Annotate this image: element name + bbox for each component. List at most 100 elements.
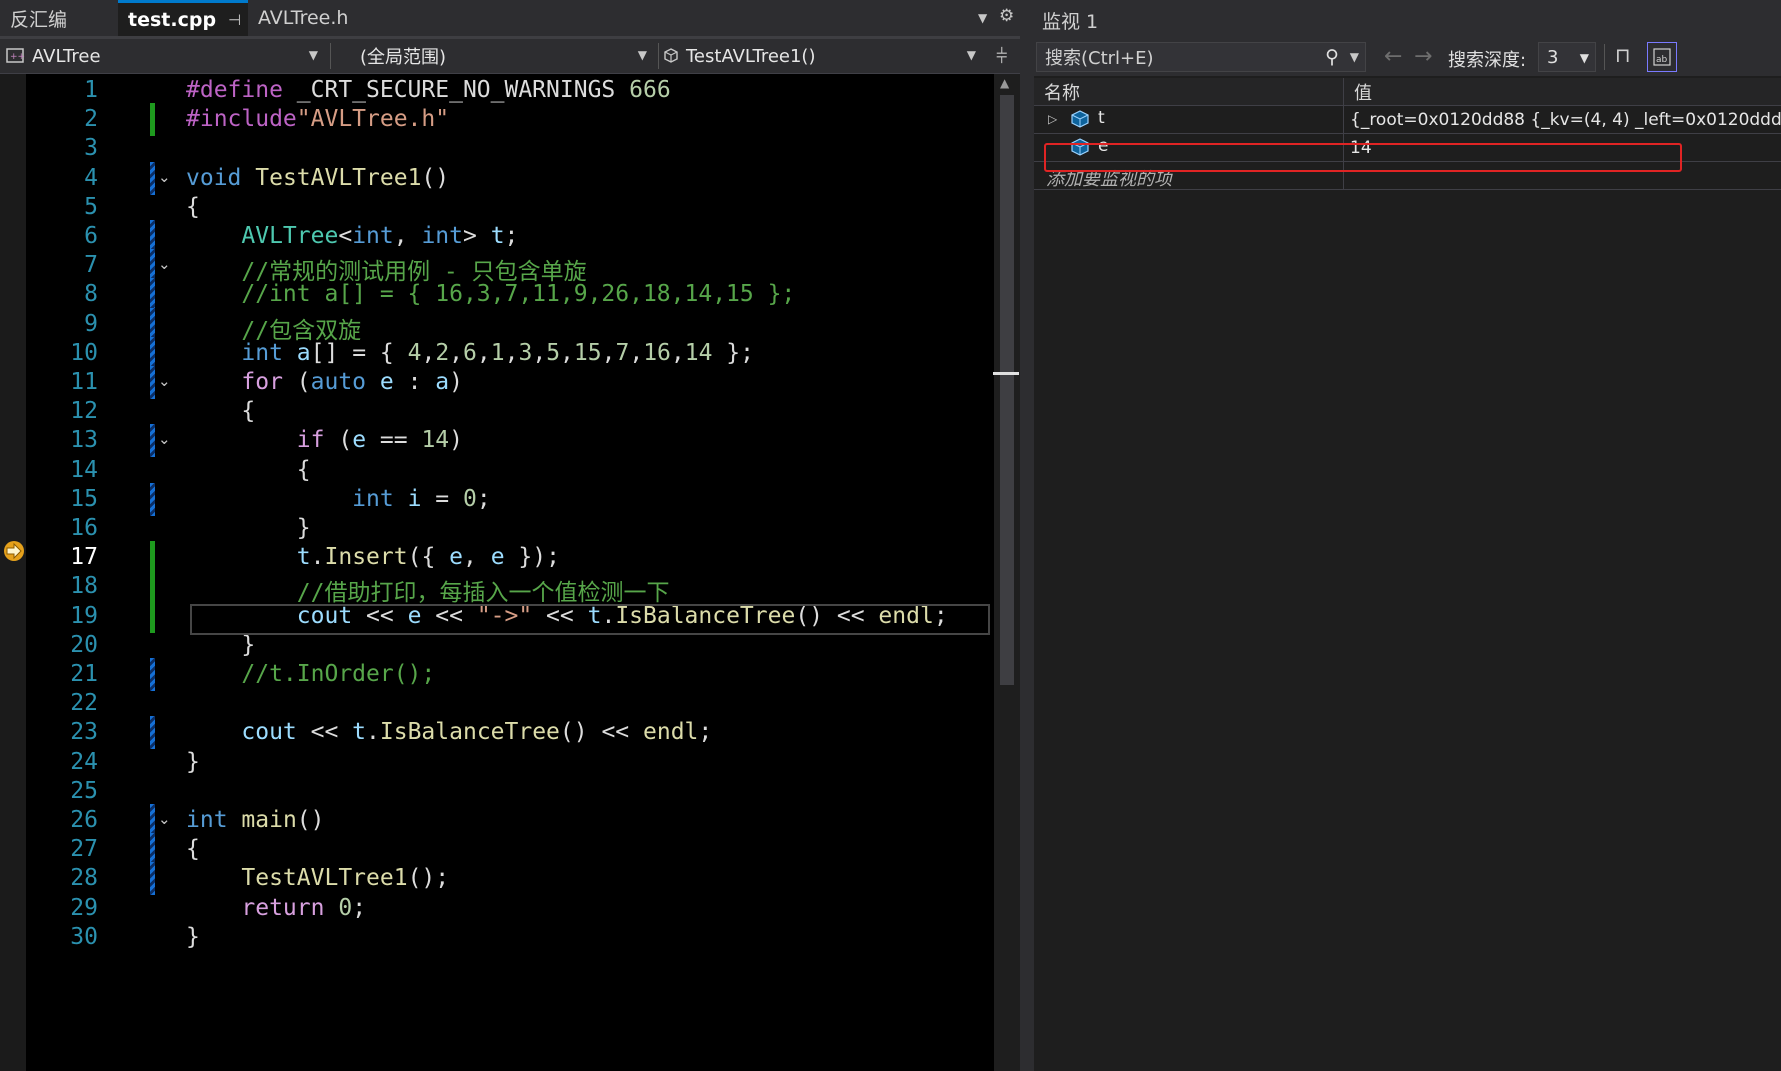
svg-text:ab: ab: [1656, 55, 1668, 65]
code-text[interactable]: AVLTree<int, int> t;: [186, 223, 518, 249]
search-depth-select[interactable]: 3 ▼: [1538, 42, 1596, 72]
fold-toggle-icon[interactable]: ⌄: [158, 168, 171, 186]
change-marker: [150, 541, 155, 575]
code-line[interactable]: 8 //int a[] = { 16,3,7,11,9,26,18,14,15 …: [26, 278, 994, 312]
tab-test-cpp[interactable]: test.cpp ⊣ ✕: [118, 0, 264, 36]
code-line[interactable]: 18 //借助打印，每插入一个值检测一下: [26, 570, 994, 606]
watch-search-input[interactable]: 搜索(Ctrl+E) ⚲ ▼: [1036, 42, 1366, 72]
expand-arrow-icon[interactable]: ▷: [1048, 112, 1057, 126]
watch-row-t[interactable]: ▷ t {_root=0x0120dd88 {_kv=(4, 4) _left=…: [1034, 106, 1781, 134]
chevron-down-icon[interactable]: ▼: [1350, 50, 1359, 64]
code-text[interactable]: t.Insert({ e, e });: [186, 544, 560, 570]
code-text[interactable]: TestAVLTree1();: [186, 865, 449, 891]
change-marker: [150, 366, 155, 399]
code-line[interactable]: 10 int a[] = { 4,2,6,1,3,5,15,7,16,14 };: [26, 336, 994, 370]
code-text[interactable]: void TestAVLTree1(): [186, 165, 449, 191]
arrow-right-icon[interactable]: →: [1414, 44, 1432, 69]
code-line[interactable]: 29 return 0;: [26, 892, 994, 925]
code-text[interactable]: int main(): [186, 807, 325, 833]
code-text[interactable]: return 0;: [186, 895, 366, 921]
pin-icon[interactable]: ⊣: [228, 11, 241, 29]
gear-icon[interactable]: ⚙: [999, 6, 1014, 26]
code-line[interactable]: 24}: [26, 746, 994, 779]
code-line[interactable]: 3: [26, 132, 994, 165]
watch-title: 监视 1: [1034, 0, 1781, 40]
fold-toggle-icon[interactable]: ⌄: [158, 372, 171, 390]
code-line[interactable]: 25: [26, 775, 994, 808]
code-line[interactable]: 2 #include"AVLTree.h": [26, 103, 994, 137]
code-line[interactable]: 4 ⌄ void TestAVLTree1(): [26, 161, 994, 195]
change-marker: [150, 862, 155, 896]
code-line[interactable]: 14 {: [26, 454, 994, 487]
code-line[interactable]: 17 t.Insert({ e, e });: [26, 541, 994, 575]
column-header-value[interactable]: 值: [1344, 78, 1781, 106]
change-marker: [150, 482, 155, 516]
project-dropdown[interactable]: ++ AVLTree ▼: [6, 39, 326, 73]
code-line[interactable]: 15 int i = 0;: [26, 482, 994, 516]
column-header-name[interactable]: 名称: [1034, 78, 1344, 106]
search-depth-label: 搜索深度:: [1448, 50, 1527, 71]
code-line[interactable]: 7 ⌄ //常规的测试用例 - 只包含单旋: [26, 249, 994, 285]
tab-avltree-h[interactable]: AVLTree.h: [248, 0, 390, 36]
code-text[interactable]: //int a[] = { 16,3,7,11,9,26,18,14,15 };: [186, 281, 795, 307]
fold-toggle-icon[interactable]: ⌄: [158, 430, 171, 448]
scrollbar-thumb[interactable]: [1000, 95, 1014, 685]
code-text[interactable]: {: [186, 398, 255, 424]
scroll-up-icon[interactable]: ▲: [1000, 76, 1009, 90]
change-marker: [150, 278, 155, 312]
code-line[interactable]: 21 //t.InOrder();: [26, 658, 994, 691]
code-text[interactable]: {: [186, 836, 200, 862]
code-text[interactable]: {: [186, 194, 200, 220]
tab-list-dropdown-icon[interactable]: ▼: [978, 11, 987, 25]
code-area[interactable]: 1 #define _CRT_SECURE_NO_WARNINGS 666 2 #in…: [26, 74, 994, 1071]
code-line[interactable]: 26 ⌄ int main(): [26, 804, 994, 837]
watch-value[interactable]: {_root=0x0120dd88 {_kv=(4, 4) _left=0x01…: [1344, 106, 1781, 133]
code-line[interactable]: 30}: [26, 921, 994, 954]
code-line[interactable]: 13 ⌄ if (e == 14): [26, 424, 994, 458]
code-text[interactable]: cout << t.IsBalanceTree() << endl;: [186, 719, 712, 745]
search-icon[interactable]: ⚲: [1325, 46, 1339, 68]
code-line[interactable]: 6 AVLTree<int, int> t;: [26, 220, 994, 253]
member-name: TestAVLTree1(): [686, 45, 816, 67]
code-text[interactable]: }: [186, 749, 200, 775]
project-name: AVLTree: [32, 45, 101, 67]
code-text[interactable]: //t.InOrder();: [186, 661, 435, 687]
code-line[interactable]: 27 {: [26, 833, 994, 867]
breakpoint-gutter[interactable]: [0, 74, 26, 1071]
fold-toggle-icon[interactable]: ⌄: [158, 810, 171, 828]
arrow-left-icon[interactable]: ←: [1384, 44, 1402, 69]
code-text[interactable]: }: [186, 632, 255, 658]
fold-toggle-icon[interactable]: ⌄: [158, 255, 171, 273]
split-editor-icon[interactable]: ⫩: [996, 44, 1007, 68]
pane-splitter[interactable]: [1020, 0, 1034, 1071]
code-text[interactable]: {: [186, 457, 311, 483]
line-number: 7: [84, 252, 98, 279]
code-text[interactable]: }: [186, 515, 311, 541]
code-line[interactable]: 9 //包含双旋: [26, 307, 994, 344]
code-text[interactable]: #define _CRT_SECURE_NO_WARNINGS 666: [186, 77, 671, 103]
code-text[interactable]: if (e == 14): [186, 427, 463, 453]
change-marker: [150, 804, 155, 837]
scope-dropdown[interactable]: (全局范围) ▼: [360, 39, 655, 73]
line-number: 18: [70, 573, 98, 600]
code-line[interactable]: 1 #define _CRT_SECURE_NO_WARNINGS 666: [26, 74, 994, 107]
code-text[interactable]: }: [186, 924, 200, 950]
code-text[interactable]: int a[] = { 4,2,6,1,3,5,15,7,16,14 };: [186, 340, 754, 366]
code-line[interactable]: 28 TestAVLTree1();: [26, 862, 994, 896]
code-line[interactable]: 5{: [26, 191, 994, 224]
watch-toolbar: 搜索(Ctrl+E) ⚲ ▼ ← → 搜索深度: 3 ▼ ⊓ ab: [1034, 40, 1781, 76]
tab-disassembly[interactable]: 反汇编: [0, 0, 118, 36]
code-line[interactable]: 22: [26, 687, 994, 720]
member-dropdown[interactable]: TestAVLTree1() ▼: [662, 39, 984, 73]
code-line[interactable]: 11 ⌄ for (auto e : a): [26, 366, 994, 399]
code-line[interactable]: 23 cout << t.IsBalanceTree() << endl;: [26, 716, 994, 750]
code-line[interactable]: 16 }: [26, 512, 994, 545]
code-line[interactable]: 12 {: [26, 395, 994, 428]
code-text[interactable]: #include"AVLTree.h": [186, 106, 449, 132]
line-number: 4: [84, 164, 98, 191]
code-text[interactable]: int i = 0;: [186, 486, 491, 512]
hex-display-toggle[interactable]: ab: [1647, 42, 1677, 72]
current-line-highlight: [190, 604, 990, 635]
code-text[interactable]: for (auto e : a): [186, 369, 463, 395]
pin-icon[interactable]: ⊓: [1615, 43, 1631, 67]
